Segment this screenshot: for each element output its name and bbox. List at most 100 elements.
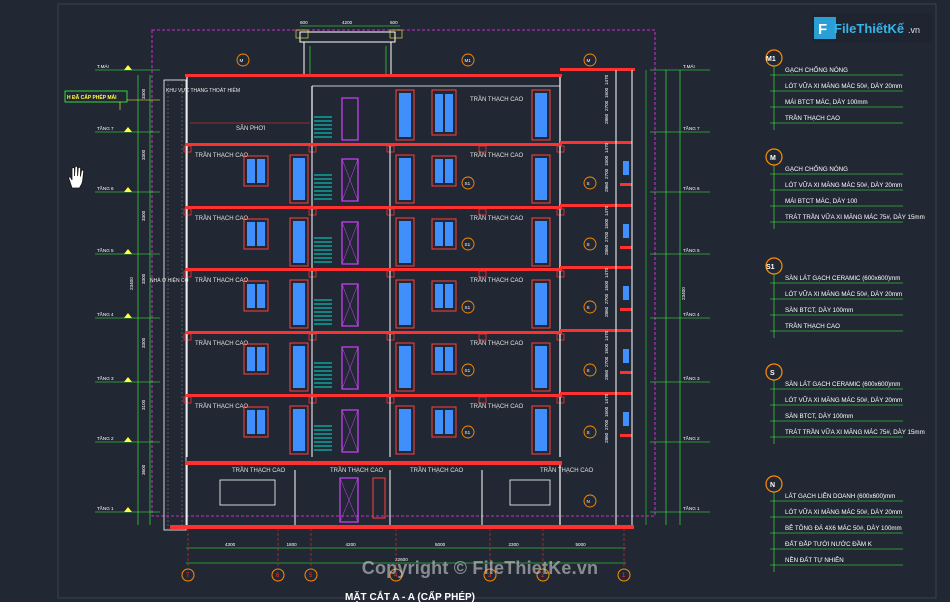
window-pane xyxy=(247,222,255,246)
section-tag-label: S1 xyxy=(465,305,471,310)
level-marker xyxy=(124,377,132,382)
material-notes: M1 GẠCH CHỐNG NÓNG LÓT VỮA XI MĂNG MÁC 50#… xyxy=(765,49,925,572)
floor-slabs-group: TRẦN THẠCH CAO TRẦN THẠCH CAO TRẦN THẠCH C… xyxy=(183,89,632,474)
ceiling-label: TRẦN THẠCH CAO xyxy=(470,215,524,222)
typical-floor: TRẦN THẠCH CAO TRẦN THẠCH CAO xyxy=(183,266,632,331)
right-floor-tag: TẦNG 7 xyxy=(683,125,700,131)
note-line: TRÁT TRẦN VỮA XI MĂNG MÁC 75#, DÀY 15mm xyxy=(785,214,925,221)
typical-floor: TRẦN THẠCH CAO TRẦN THẠCH CAO xyxy=(183,204,632,269)
roof-stair-door xyxy=(341,97,359,141)
typical-floor: TRẦN THẠCH CAO TRẦN THẠCH CAO xyxy=(183,329,632,394)
right-floor-tag: T.MÁI xyxy=(683,63,695,69)
section-tag-label: M1 xyxy=(465,58,472,63)
note-line: LÁT GẠCH LIÊN DOANH (600x600)mm xyxy=(785,492,895,500)
door-glass xyxy=(535,221,547,263)
right-dim: 2860 xyxy=(604,369,609,380)
right-dim: 2860 xyxy=(604,181,609,192)
window-pane xyxy=(257,159,265,183)
note-line: ĐẤT ĐẮP TƯỚI NƯỚC ĐẦM K xyxy=(785,540,873,548)
facade-sill xyxy=(620,183,632,186)
note-line: LÓT VỮA XI MĂNG MÁC 50#, DÀY 20mm xyxy=(785,397,902,404)
note-line: LÓT VỮA XI MĂNG MÁC 50#, DÀY 20mm xyxy=(785,83,902,90)
window-pane xyxy=(445,222,453,246)
floor-height-dim: 3300 xyxy=(141,210,146,221)
typical-floor: TRẦN THẠCH CAO TRẦN THẠCH CAO xyxy=(183,392,632,457)
axis-label: 7 xyxy=(186,573,190,579)
escape-stair-label: KHU VỰC THANG THOÁT HIỂM xyxy=(166,87,240,94)
ceiling-label: TRẦN THẠCH CAO xyxy=(470,340,524,347)
section-tag-label: S xyxy=(587,242,590,247)
top-dim-1: 600 xyxy=(300,20,308,25)
level-marker xyxy=(124,437,132,442)
facade-glass xyxy=(623,286,629,300)
door-glass xyxy=(399,283,411,325)
window-pane xyxy=(435,222,443,246)
right-dim: 2860 xyxy=(604,113,609,124)
roof-window-pane xyxy=(445,94,453,132)
window-pane xyxy=(445,410,453,434)
section-tag-label: S1 xyxy=(465,368,471,373)
note-tag: S1 xyxy=(766,264,775,271)
window-pane xyxy=(435,159,443,183)
right-dim: 1470 xyxy=(604,142,609,153)
floor-tag: TẦNG 1 xyxy=(97,505,114,511)
floor-height-dim: 3100 xyxy=(141,399,146,410)
right-dim: 1500 xyxy=(604,406,609,417)
window-pane xyxy=(247,284,255,308)
right-dim: 2700 xyxy=(604,419,609,430)
right-floor-tag: TẦNG 6 xyxy=(683,185,700,191)
section-tag-label: S xyxy=(587,368,590,373)
total-height-right: 23400 xyxy=(681,287,686,300)
door-glass xyxy=(399,409,411,451)
note-line: TRẦN THẠCH CAO xyxy=(785,115,840,122)
note-tag: M xyxy=(770,155,776,162)
note-block-m1: M1 GẠCH CHỐNG NÓNG LÓT VỮA XI MĂNG MÁC 50#… xyxy=(765,49,903,130)
beam xyxy=(478,208,487,216)
door-glass xyxy=(293,346,305,388)
cad-drawing: 600 4200 600 SÂN PHƠI KHU VỰC THANG THOÁ… xyxy=(57,3,937,599)
ceiling-label: TRẦN THẠCH CAO xyxy=(470,96,524,103)
floor-height-dim: 3300 xyxy=(141,88,146,99)
beam xyxy=(478,145,487,153)
right-dim: 2860 xyxy=(604,432,609,443)
ceiling-label: TRẦN THẠCH CAO xyxy=(540,467,594,474)
right-dim: 1500 xyxy=(604,155,609,166)
floor-tag: TẦNG 7 xyxy=(97,125,114,131)
ceiling-label: TRẦN THẠCH CAO xyxy=(195,340,249,347)
roof-slab xyxy=(185,74,562,77)
ceiling-label: TRẦN THẠCH CAO xyxy=(195,215,249,222)
roof-door-glass xyxy=(535,93,547,137)
note-line: MÁI BTCT MÁC, DÀY 100 xyxy=(785,198,858,205)
door-glass xyxy=(293,283,305,325)
balcony-slab xyxy=(560,266,632,269)
section-tag-label: S xyxy=(587,305,590,310)
level-marker xyxy=(124,249,132,254)
right-dim: 1500 xyxy=(604,87,609,98)
right-level-tags: T.MÁI TẦNG 7 TẦNG 6 TẦNG 5 TẦNG 4 TẦNG 3 TẦNG … xyxy=(604,63,710,513)
ceiling-label: TRẦN THẠCH CAO xyxy=(195,277,249,284)
roof-level-rooms: SÂN PHƠI xyxy=(186,77,561,143)
window-pane xyxy=(435,410,443,434)
total-height-left: 23400 xyxy=(129,277,134,290)
floor-tag: TẦNG 4 xyxy=(97,311,114,317)
right-dim: 2700 xyxy=(604,356,609,367)
section-tag-label: N xyxy=(587,499,590,504)
ceiling-label: TRẦN THẠCH CAO xyxy=(232,467,286,474)
ceiling-label: TRẦN THẠCH CAO xyxy=(330,467,384,474)
note-line: GẠCH CHỐNG NÓNG xyxy=(785,67,848,74)
door-glass xyxy=(535,346,547,388)
note-line: LÓT VỮA XI MĂNG MÁC 50#, DÀY 20mm xyxy=(785,182,902,189)
note-block-s1: S1 SÀN LÁT GẠCH CERAMIC (600x600)mm LÓT VỮ… xyxy=(765,257,903,338)
window-pane xyxy=(435,284,443,308)
note-line: MÁI BTCT MÁC, DÀY 100mm xyxy=(785,99,868,106)
right-floor-tag: TẦNG 2 xyxy=(683,435,700,441)
cad-viewport[interactable]: F FileThiếtKế .vn 600 4200 600 SÂN PHƠI … xyxy=(0,0,950,602)
ceiling-label: TRẦN THẠCH CAO xyxy=(470,277,524,284)
door-glass xyxy=(535,409,547,451)
note-line: SÀN LÁT GẠCH CERAMIC (600x600)mm xyxy=(785,381,900,388)
bottom-dim: 1800 xyxy=(287,542,298,547)
right-dim: 2860 xyxy=(604,244,609,255)
door-glass xyxy=(535,283,547,325)
window-pane xyxy=(257,347,265,371)
balcony-slab xyxy=(560,392,632,395)
